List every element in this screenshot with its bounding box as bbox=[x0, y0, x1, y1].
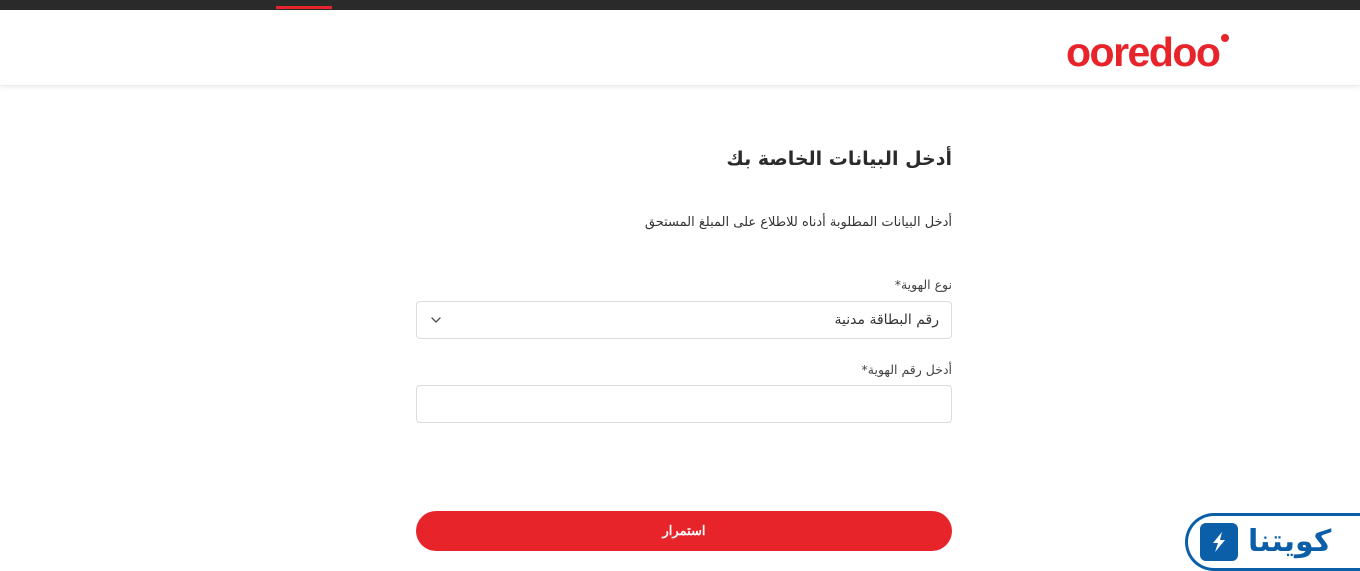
chevron-down-icon bbox=[431, 317, 441, 323]
header: ooredoo bbox=[0, 10, 1360, 86]
id-number-label: أدخل رقم الهوية* bbox=[861, 362, 952, 377]
page-title: أدخل البيانات الخاصة بك bbox=[726, 148, 952, 170]
ooredoo-logo[interactable]: ooredoo bbox=[1066, 29, 1230, 76]
watermark-text: كويتنا bbox=[1248, 524, 1332, 559]
top-bar bbox=[0, 0, 1360, 10]
id-type-select[interactable]: رقم البطاقة مدنية bbox=[416, 301, 952, 339]
id-type-label: نوع الهوية* bbox=[894, 277, 952, 292]
logo-wordmark: ooredoo bbox=[1066, 29, 1221, 75]
continue-button[interactable]: استمرار bbox=[416, 511, 952, 551]
id-number-input[interactable] bbox=[416, 385, 952, 423]
logo-dot bbox=[1221, 34, 1230, 42]
page-subtitle: أدخل البيانات المطلوبة أدناه للاطلاع على… bbox=[644, 215, 952, 230]
lightning-icon bbox=[1200, 523, 1238, 561]
active-tab-indicator bbox=[276, 6, 332, 9]
id-type-selected-value: رقم البطاقة مدنية bbox=[834, 312, 939, 328]
watermark-badge: كويتنا bbox=[1185, 513, 1360, 571]
